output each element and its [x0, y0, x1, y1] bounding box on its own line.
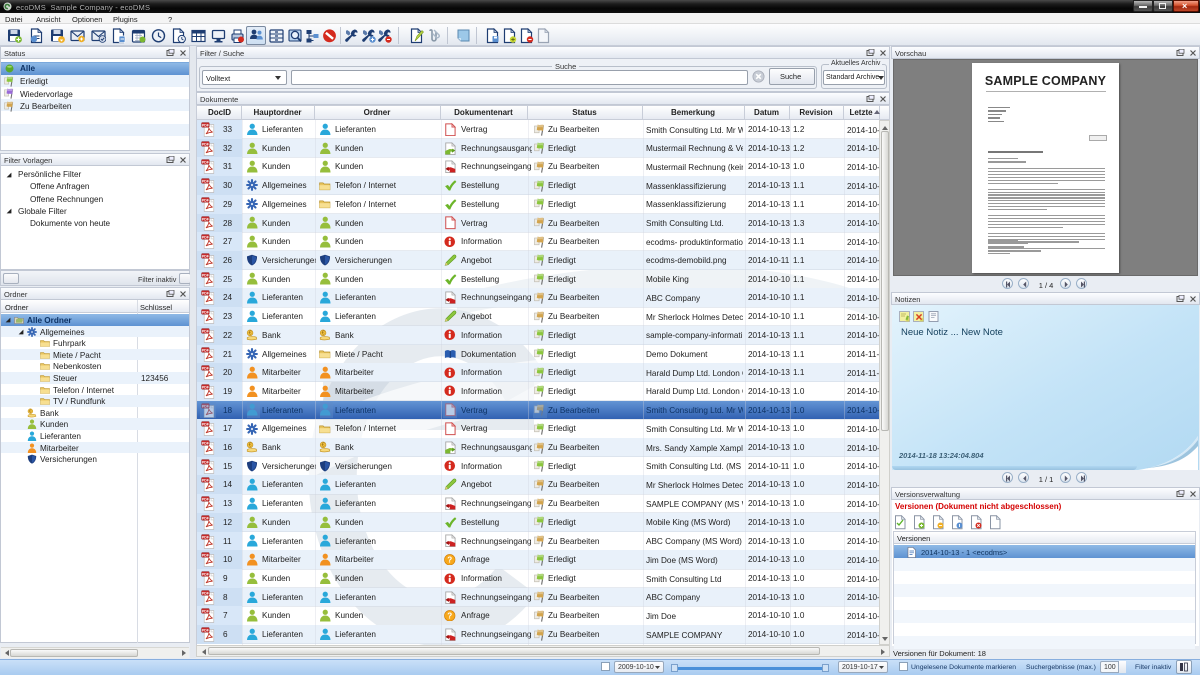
svg-text:PDF: PDF — [202, 123, 209, 127]
svg-text:PDF: PDF — [202, 591, 209, 595]
svg-text:PDF: PDF — [202, 479, 209, 483]
svg-text:PDF: PDF — [202, 572, 209, 576]
svg-text:PDF: PDF — [202, 329, 209, 333]
svg-text:PDF: PDF — [202, 310, 209, 314]
svg-text:PDF: PDF — [202, 441, 209, 445]
svg-text:PDF: PDF — [202, 348, 209, 352]
svg-text:PDF: PDF — [202, 385, 209, 389]
svg-text:€: € — [322, 331, 325, 337]
svg-text:€: € — [249, 331, 252, 337]
svg-text:PDF: PDF — [202, 460, 209, 464]
svg-text:?: ? — [447, 612, 452, 621]
svg-text:PDF: PDF — [202, 610, 209, 614]
svg-text:PDF: PDF — [202, 273, 209, 277]
svg-text:PDF: PDF — [202, 142, 209, 146]
svg-text:PDF: PDF — [202, 516, 209, 520]
svg-text:PDF: PDF — [202, 423, 209, 427]
svg-text:PDF: PDF — [202, 161, 209, 165]
svg-text:PDF: PDF — [202, 554, 209, 558]
svg-text:PDF: PDF — [202, 217, 209, 221]
svg-text:PDF: PDF — [202, 535, 209, 539]
svg-text:PDF: PDF — [202, 254, 209, 258]
svg-text:€: € — [249, 443, 252, 449]
svg-text:?: ? — [447, 556, 452, 565]
svg-text:€: € — [322, 443, 325, 449]
svg-text:PDF: PDF — [202, 236, 209, 240]
svg-text:PDF: PDF — [202, 498, 209, 502]
svg-text:PDF: PDF — [202, 198, 209, 202]
svg-text:PDF: PDF — [202, 367, 209, 371]
svg-text:PDF: PDF — [202, 292, 209, 296]
svg-text:PDF: PDF — [202, 180, 209, 184]
svg-text:PDF: PDF — [202, 629, 209, 633]
